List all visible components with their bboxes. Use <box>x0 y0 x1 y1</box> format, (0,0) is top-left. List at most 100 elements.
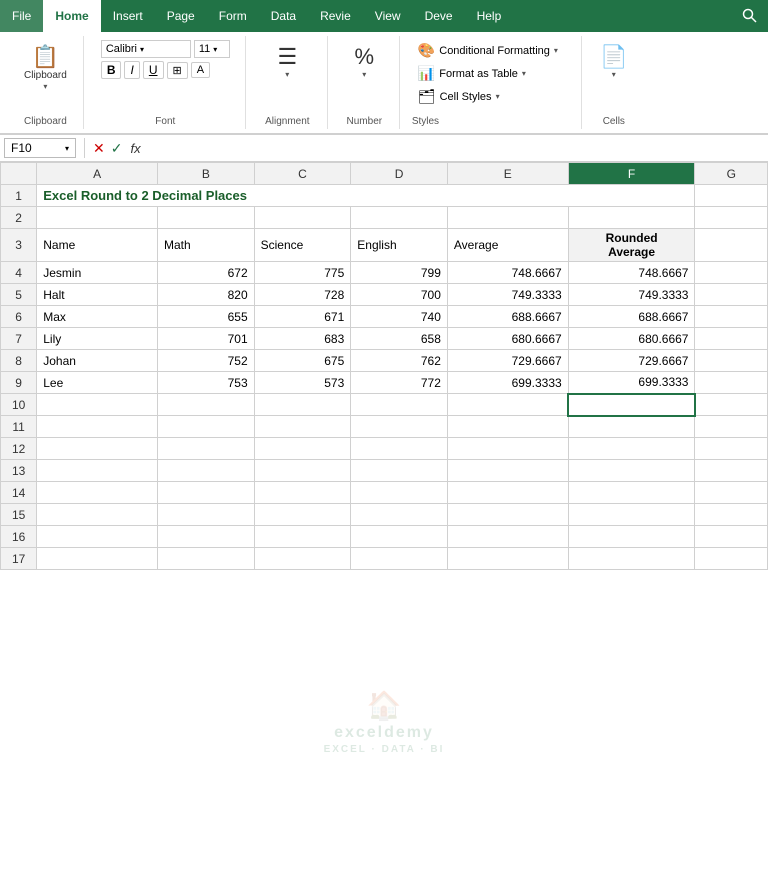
cells-button[interactable]: 📄 ▾ <box>594 40 634 83</box>
cell-D10[interactable] <box>351 394 448 416</box>
cell-B7[interactable]: 701 <box>158 328 255 350</box>
header-average[interactable]: Average <box>447 229 568 262</box>
row-header-3[interactable]: 3 <box>1 229 37 262</box>
font-color-button[interactable]: A <box>191 62 210 78</box>
cell-F6[interactable]: 688.6667 <box>568 306 695 328</box>
formula-input[interactable] <box>145 139 764 157</box>
cell-E8[interactable]: 729.6667 <box>447 350 568 372</box>
cell-E7[interactable]: 680.6667 <box>447 328 568 350</box>
cell-C7[interactable]: 683 <box>254 328 351 350</box>
row-header-7[interactable]: 7 <box>1 328 37 350</box>
tab-view[interactable]: View <box>363 0 413 32</box>
number-button[interactable]: % ▾ <box>344 40 384 83</box>
format-as-table-button[interactable]: 📊 Format as Table ▾ <box>412 63 564 84</box>
col-header-D[interactable]: D <box>351 163 448 185</box>
cell-A4[interactable]: Jesmin <box>37 262 158 284</box>
name-box[interactable]: F10 ▾ <box>4 138 76 158</box>
cell-E6[interactable]: 688.6667 <box>447 306 568 328</box>
cell-A9[interactable]: Lee <box>37 372 158 394</box>
cell-B2[interactable] <box>158 207 255 229</box>
cell-G3[interactable] <box>695 229 768 262</box>
cell-F4[interactable]: 748.6667 <box>568 262 695 284</box>
cell-D7[interactable]: 658 <box>351 328 448 350</box>
cell-D6[interactable]: 740 <box>351 306 448 328</box>
cell-A7[interactable]: Lily <box>37 328 158 350</box>
header-math[interactable]: Math <box>158 229 255 262</box>
cell-D8[interactable]: 762 <box>351 350 448 372</box>
cell-A2[interactable] <box>37 207 158 229</box>
search-icon[interactable] <box>732 0 768 32</box>
cell-A10[interactable] <box>37 394 158 416</box>
row-header-2[interactable]: 2 <box>1 207 37 229</box>
italic-button[interactable]: I <box>124 61 139 79</box>
header-english[interactable]: English <box>351 229 448 262</box>
cell-G10[interactable] <box>695 394 768 416</box>
row-header-9[interactable]: 9 <box>1 372 37 394</box>
header-science[interactable]: Science <box>254 229 351 262</box>
clipboard-button[interactable]: 📋 Clipboard ▾ <box>18 40 73 95</box>
tab-review[interactable]: Revie <box>308 0 363 32</box>
cell-E9[interactable]: 699.3333 <box>447 372 568 394</box>
tab-form[interactable]: Form <box>207 0 259 32</box>
row-header-8[interactable]: 8 <box>1 350 37 372</box>
col-header-G[interactable]: G <box>695 163 768 185</box>
cell-G1[interactable] <box>695 185 768 207</box>
cell-A5[interactable]: Halt <box>37 284 158 306</box>
cell-D4[interactable]: 799 <box>351 262 448 284</box>
cell-B8[interactable]: 752 <box>158 350 255 372</box>
tab-page[interactable]: Page <box>155 0 207 32</box>
col-header-B[interactable]: B <box>158 163 255 185</box>
cell-B10[interactable] <box>158 394 255 416</box>
row-header-10[interactable]: 10 <box>1 394 37 416</box>
tab-developer[interactable]: Deve <box>413 0 465 32</box>
cell-F2[interactable] <box>568 207 695 229</box>
cell-G8[interactable] <box>695 350 768 372</box>
cell-D9[interactable]: 772 <box>351 372 448 394</box>
cell-C2[interactable] <box>254 207 351 229</box>
cell-B6[interactable]: 655 <box>158 306 255 328</box>
cell-F7[interactable]: 680.6667 <box>568 328 695 350</box>
header-rounded-average[interactable]: RoundedAverage <box>568 229 695 262</box>
cell-C8[interactable]: 675 <box>254 350 351 372</box>
row-header-5[interactable]: 5 <box>1 284 37 306</box>
cell-G2[interactable] <box>695 207 768 229</box>
tab-insert[interactable]: Insert <box>101 0 155 32</box>
font-size-input[interactable]: 11 ▾ <box>194 40 230 58</box>
cell-E5[interactable]: 749.3333 <box>447 284 568 306</box>
cell-A8[interactable]: Johan <box>37 350 158 372</box>
cell-B4[interactable]: 672 <box>158 262 255 284</box>
cell-G7[interactable] <box>695 328 768 350</box>
cell-E4[interactable]: 748.6667 <box>447 262 568 284</box>
cell-G4[interactable] <box>695 262 768 284</box>
cell-C4[interactable]: 775 <box>254 262 351 284</box>
alignment-button[interactable]: ☰ ▾ <box>267 40 307 83</box>
cell-A6[interactable]: Max <box>37 306 158 328</box>
conditional-formatting-button[interactable]: 🎨 Conditional Formatting ▾ <box>412 40 564 61</box>
cell-E10[interactable] <box>447 394 568 416</box>
cell-G6[interactable] <box>695 306 768 328</box>
title-cell[interactable]: Excel Round to 2 Decimal Places <box>37 185 695 207</box>
header-name[interactable]: Name <box>37 229 158 262</box>
row-header-6[interactable]: 6 <box>1 306 37 328</box>
cell-F9[interactable]: 699.3333 <box>568 372 695 394</box>
cancel-formula-icon[interactable]: ✕ <box>93 140 105 157</box>
cell-B5[interactable]: 820 <box>158 284 255 306</box>
font-name-input[interactable]: Calibri ▾ <box>101 40 191 58</box>
cell-B9[interactable]: 753 <box>158 372 255 394</box>
col-header-A[interactable]: A <box>37 163 158 185</box>
cell-styles-button[interactable]: 🗂 Cell Styles ▾ <box>412 86 564 107</box>
col-header-F[interactable]: F <box>568 163 695 185</box>
cell-D5[interactable]: 700 <box>351 284 448 306</box>
tab-data[interactable]: Data <box>259 0 308 32</box>
cell-G5[interactable] <box>695 284 768 306</box>
border-button[interactable]: ⊞ <box>167 62 188 79</box>
cell-C5[interactable]: 728 <box>254 284 351 306</box>
cell-E2[interactable] <box>447 207 568 229</box>
cell-D2[interactable] <box>351 207 448 229</box>
underline-button[interactable]: U <box>143 61 164 79</box>
cell-F10-selected[interactable] <box>568 394 695 416</box>
corner-cell[interactable] <box>1 163 37 185</box>
confirm-formula-icon[interactable]: ✓ <box>111 140 123 157</box>
tab-file[interactable]: File <box>0 0 43 32</box>
tab-help[interactable]: Help <box>465 0 514 32</box>
